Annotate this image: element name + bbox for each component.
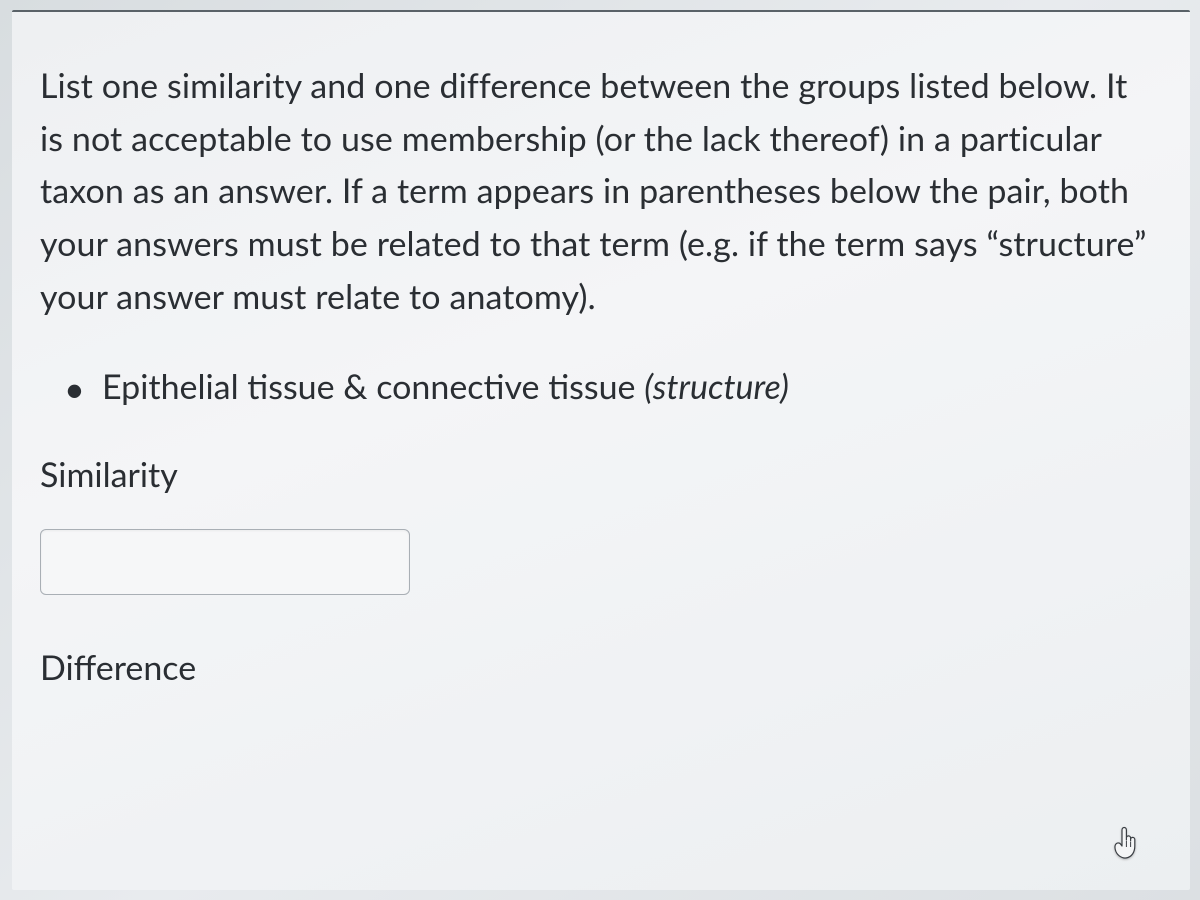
difference-label: Difference (40, 647, 1152, 688)
question-card: List one similarity and one difference b… (12, 10, 1190, 890)
question-bullet-list: Epithelial tissue & connective tissue (s… (40, 361, 1152, 412)
similarity-input[interactable] (40, 529, 410, 595)
question-prompt: List one similarity and one difference b… (40, 60, 1152, 323)
bullet-main-text: Epithelial tissue & connective tissue (102, 366, 644, 407)
pointer-cursor-icon (1110, 826, 1140, 862)
similarity-label: Similarity (40, 454, 1152, 495)
bullet-paren-text: (structure) (644, 366, 789, 407)
question-bullet-item: Epithelial tissue & connective tissue (s… (82, 361, 1152, 412)
